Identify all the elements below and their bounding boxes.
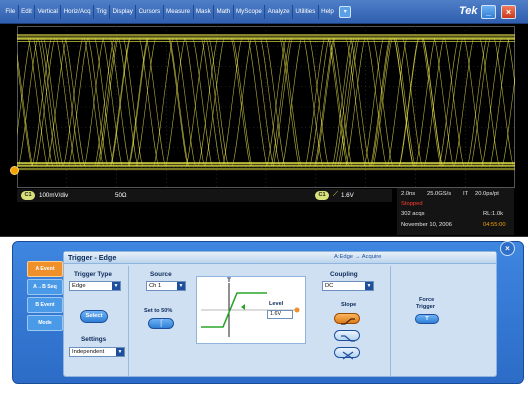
menu-cursors[interactable]: Cursors [136, 4, 164, 19]
date: November 10, 2006 [401, 222, 452, 228]
menu-trig[interactable]: Trig [94, 4, 111, 19]
trigger-edge-panel: Trigger - Edge A:Edge → Acquire Trigger … [63, 251, 497, 377]
ch1-scale[interactable]: 100mV/div [39, 192, 68, 199]
settings-label: Settings [81, 336, 107, 343]
trigger-side-tabs: A Event A→B Seq B Event Mode [27, 261, 63, 333]
channel-status-strip: C1 100mV/div 50Ω C1 ⟋ 1.6V [17, 189, 392, 202]
falling-slope-icon[interactable] [334, 330, 360, 342]
select-button[interactable]: Select [80, 310, 108, 323]
rising-slope-icon[interactable] [334, 313, 360, 325]
interpolation-mode: IT [463, 191, 469, 197]
level-value: 1.6V [270, 311, 282, 317]
level-field[interactable]: 1.6V [267, 310, 293, 319]
menu-edit[interactable]: Edit [19, 4, 36, 19]
brand-logo: Tek [459, 5, 478, 17]
panel-header: Trigger - Edge A:Edge → Acquire [64, 252, 496, 264]
menu-measure[interactable]: Measure [164, 4, 194, 19]
settings-value: Independent [72, 349, 105, 355]
record-length: RL:1.0k [483, 211, 503, 217]
tab-a-b-seq[interactable]: A→B Seq [27, 279, 63, 295]
either-slope-icon[interactable] [334, 347, 360, 360]
menu-horiz-acq[interactable]: Horiz/Acq [61, 4, 94, 19]
source-select[interactable]: Ch 1 ▼ [146, 281, 186, 291]
menu-utilities[interactable]: Utilities [293, 4, 319, 19]
trigger-source-badge[interactable]: C1 [315, 191, 329, 200]
menu-items: File Edit Vertical Horiz/Acq Trig Display Curs… [0, 0, 336, 23]
ch1-badge[interactable]: C1 [21, 191, 35, 200]
menu-mask[interactable]: Mask [194, 4, 215, 19]
timebase: 2.0ns [401, 191, 416, 197]
force-trigger-label-2: Trigger [416, 304, 435, 310]
chevron-down-icon[interactable]: ▼ [112, 282, 120, 290]
source-label: Source [150, 271, 172, 278]
slope-label: Slope [341, 302, 357, 308]
chevron-down-icon[interactable]: ▼ [177, 282, 185, 290]
menu-vertical[interactable]: Vertical [35, 4, 62, 19]
acquisition-status: Stopped [401, 201, 423, 207]
trigger-type-label: Trigger Type [74, 271, 112, 278]
source-value: Ch 1 [149, 283, 162, 289]
set-50-label: Set to 50% [144, 308, 173, 314]
trigger-type-value: Edge [72, 283, 86, 289]
menu-myscope[interactable]: MyScope [234, 4, 266, 19]
set-50-percent-button[interactable]: ⌠ [148, 318, 174, 329]
chevron-down-icon[interactable]: ▼ [116, 348, 124, 356]
tab-a-event[interactable]: A Event [27, 261, 63, 277]
time: 04:55:00 [483, 222, 506, 228]
tab-mode[interactable]: Mode [27, 315, 63, 331]
divider [128, 266, 129, 376]
control-panel-area: × A Event A→B Seq B Event Mode Trigger - Ed… [0, 237, 528, 399]
menu-math[interactable]: Math [214, 4, 234, 19]
trigger-type-select[interactable]: Edge ▼ [69, 281, 121, 291]
panel-title: Trigger - Edge [68, 253, 117, 262]
trigger-level-marker[interactable] [10, 166, 19, 175]
force-trigger-button[interactable]: T [415, 314, 439, 324]
waveform-display[interactable]: C1 100mV/div 50Ω C1 ⟋ 1.6V 2.0ns 25.0GS/… [0, 24, 528, 237]
chevron-down-icon[interactable]: ▼ [365, 282, 373, 290]
coupling-select[interactable]: DC ▼ [322, 281, 374, 291]
sample-rate: 25.0GS/s [427, 191, 452, 197]
close-icon[interactable]: × [501, 5, 516, 19]
graticule [17, 26, 515, 188]
level-label: Level [269, 301, 284, 307]
t-icon: T [425, 316, 429, 322]
acquisition-readout[interactable]: 2.0ns 25.0GS/s IT 20.0ps/pt Stopped 302 … [397, 188, 514, 235]
menu-bar: File Edit Vertical Horiz/Acq Trig Display Curs… [0, 0, 528, 24]
force-trigger-label-1: Force [419, 297, 435, 303]
coupling-label: Coupling [330, 271, 358, 278]
divider [390, 266, 391, 376]
menu-file[interactable]: File [3, 4, 19, 19]
coupling-value: DC [325, 283, 334, 289]
chevron-down-icon[interactable]: ▾ [339, 5, 352, 18]
point-rate: 20.0ps/pt [475, 191, 499, 197]
trigger-level-readout[interactable]: 1.6V [341, 192, 354, 199]
tab-b-event[interactable]: B Event [27, 297, 63, 313]
menu-display[interactable]: Display [110, 4, 137, 19]
menu-analyze[interactable]: Analyze [265, 4, 294, 19]
trigger-t-label: T [227, 277, 231, 284]
trigger-edge-diagram: T Level 1.6V [196, 276, 306, 344]
acquisition-count: 302 acqs [401, 211, 425, 217]
menu-help[interactable]: Help [319, 5, 337, 19]
rising-edge-icon: ⟋ [333, 191, 338, 198]
minimize-icon[interactable]: _ [481, 5, 496, 19]
settings-select[interactable]: Independent ▼ [69, 347, 125, 357]
ch1-impedance: 50Ω [115, 192, 127, 199]
close-icon[interactable]: × [500, 241, 515, 256]
trigger-sequence-status: A:Edge → Acquire [334, 254, 382, 260]
